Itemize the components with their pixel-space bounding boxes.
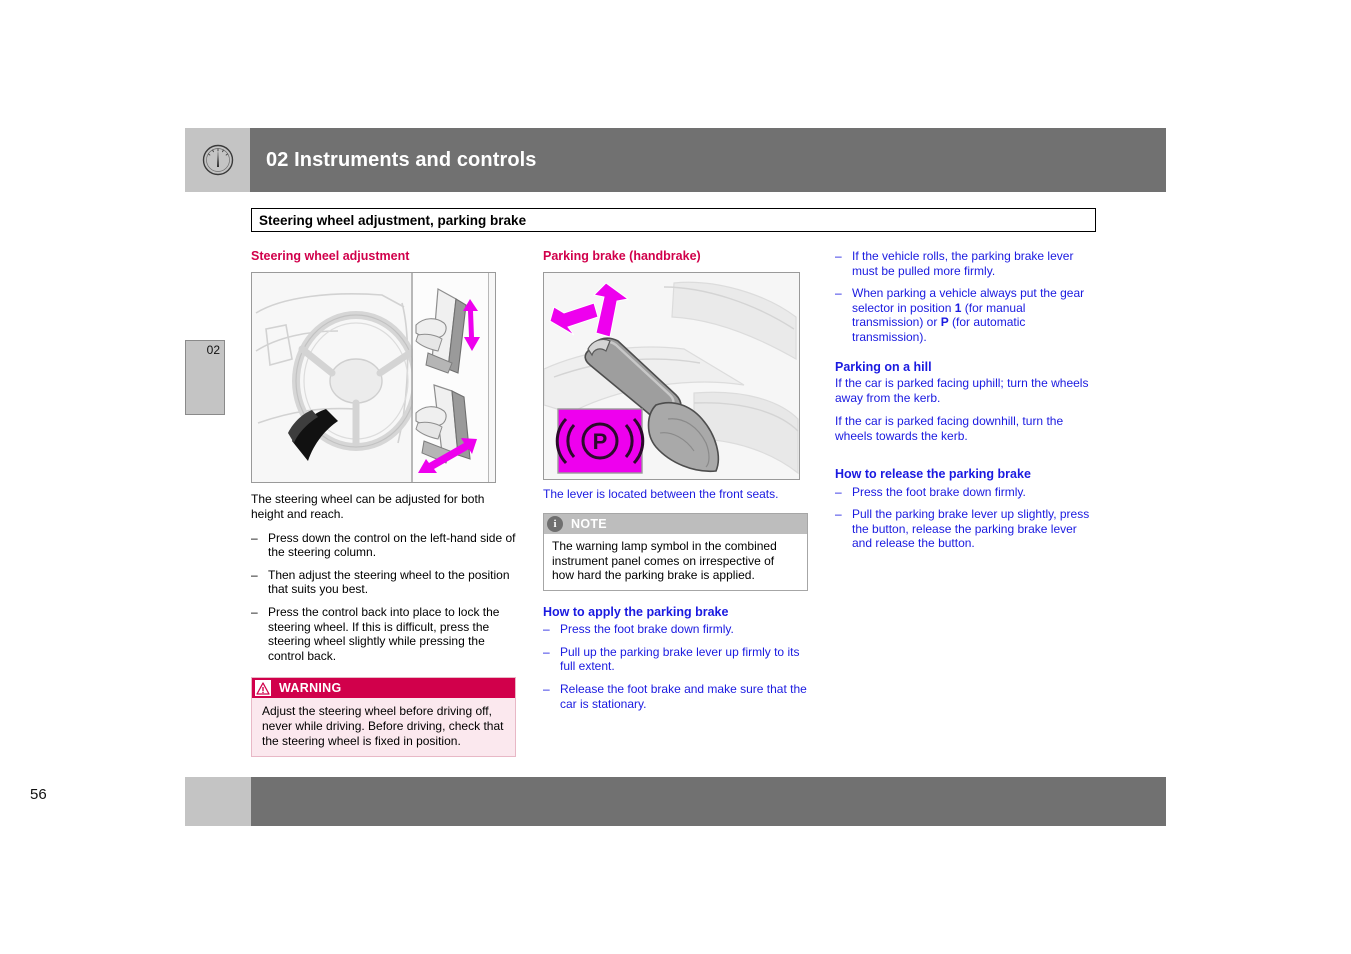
- list-item: Pull up the parking brake lever up firml…: [543, 645, 808, 674]
- steering-wheel-steps-list: Press down the control on the left-hand …: [251, 531, 516, 664]
- list-item: When parking a vehicle always put the ge…: [835, 286, 1100, 344]
- parking-brake-lever-illustration: P: [543, 272, 800, 481]
- warning-box-label: WARNING: [279, 681, 342, 696]
- how-to-apply-parking-brake-list: Press the foot brake down firmly. Pull u…: [543, 622, 808, 711]
- warning-box-header: WARNING: [252, 678, 515, 699]
- content-column-1: Steering wheel adjustment The steering w…: [251, 249, 516, 758]
- note-box: i NOTE The warning lamp symbol in the co…: [543, 512, 808, 591]
- info-icon: i: [547, 515, 563, 532]
- steering-wheel-adjustment-illustration: [251, 272, 496, 484]
- section-subtitle-text: Steering wheel adjustment, parking brake: [259, 212, 527, 228]
- chapter-side-tab: 02: [185, 340, 225, 415]
- how-to-release-parking-brake-list: Press the foot brake down firmly. Pull t…: [835, 485, 1100, 551]
- section-subtitle-bar: Steering wheel adjustment, parking brake: [251, 208, 1096, 232]
- content-column-3: If the vehicle rolls, the parking brake …: [835, 249, 1100, 551]
- chapter-icon-box: [185, 128, 250, 192]
- footer-page-number: 56: [30, 786, 47, 803]
- chapter-side-tab-number: 02: [206, 343, 220, 357]
- parking-on-a-hill-paragraph-1: If the car is parked facing uphill; turn…: [835, 375, 1089, 405]
- how-to-apply-parking-brake-heading: How to apply the parking brake: [543, 604, 729, 619]
- footer-page-block: [185, 777, 251, 826]
- list-item: Press the foot brake down firmly.: [543, 622, 808, 637]
- list-item: If the vehicle rolls, the parking brake …: [835, 249, 1100, 278]
- how-to-release-parking-brake-heading: How to release the parking brake: [835, 467, 1031, 482]
- list-item: Press down the control on the left-hand …: [251, 531, 516, 560]
- svg-text:P: P: [593, 429, 608, 454]
- steering-wheel-intro-text: The steering wheel can be adjusted for b…: [251, 492, 485, 521]
- chapter-header-bar: 02 Instruments and controls: [185, 128, 1166, 192]
- parking-brake-caption: The lever is located between the front s…: [543, 487, 779, 502]
- content-column-2: Parking brake (handbrake) P The lever is…: [543, 249, 808, 711]
- parking-brake-continued-list: If the vehicle rolls, the parking brake …: [835, 249, 1100, 345]
- warning-box-body: Adjust the steering wheel before driving…: [262, 704, 504, 748]
- gauge-icon: [202, 144, 233, 176]
- parking-on-a-hill-paragraph-2: If the car is parked facing downhill, tu…: [835, 414, 1064, 443]
- note-box-label: NOTE: [571, 516, 607, 531]
- list-item: Pull the parking brake lever up slightly…: [835, 507, 1100, 551]
- steering-wheel-adjustment-heading: Steering wheel adjustment: [251, 249, 410, 263]
- note-box-header: i NOTE: [544, 513, 807, 534]
- list-item: Then adjust the steering wheel to the po…: [251, 568, 516, 597]
- footer-bar: [251, 777, 1166, 826]
- parking-on-a-hill-heading: Parking on a hill: [835, 359, 932, 374]
- parking-brake-heading: Parking brake (handbrake): [543, 249, 701, 263]
- list-item: Press the control back into place to loc…: [251, 605, 516, 663]
- list-item: Release the foot brake and make sure tha…: [543, 682, 808, 711]
- list-item: Press the foot brake down firmly.: [835, 485, 1100, 500]
- note-box-body: The warning lamp symbol in the combined …: [552, 538, 777, 583]
- chapter-title: 02 Instruments and controls: [266, 148, 537, 171]
- warning-box: WARNING Adjust the steering wheel before…: [251, 677, 516, 758]
- warning-triangle-icon: [255, 680, 271, 697]
